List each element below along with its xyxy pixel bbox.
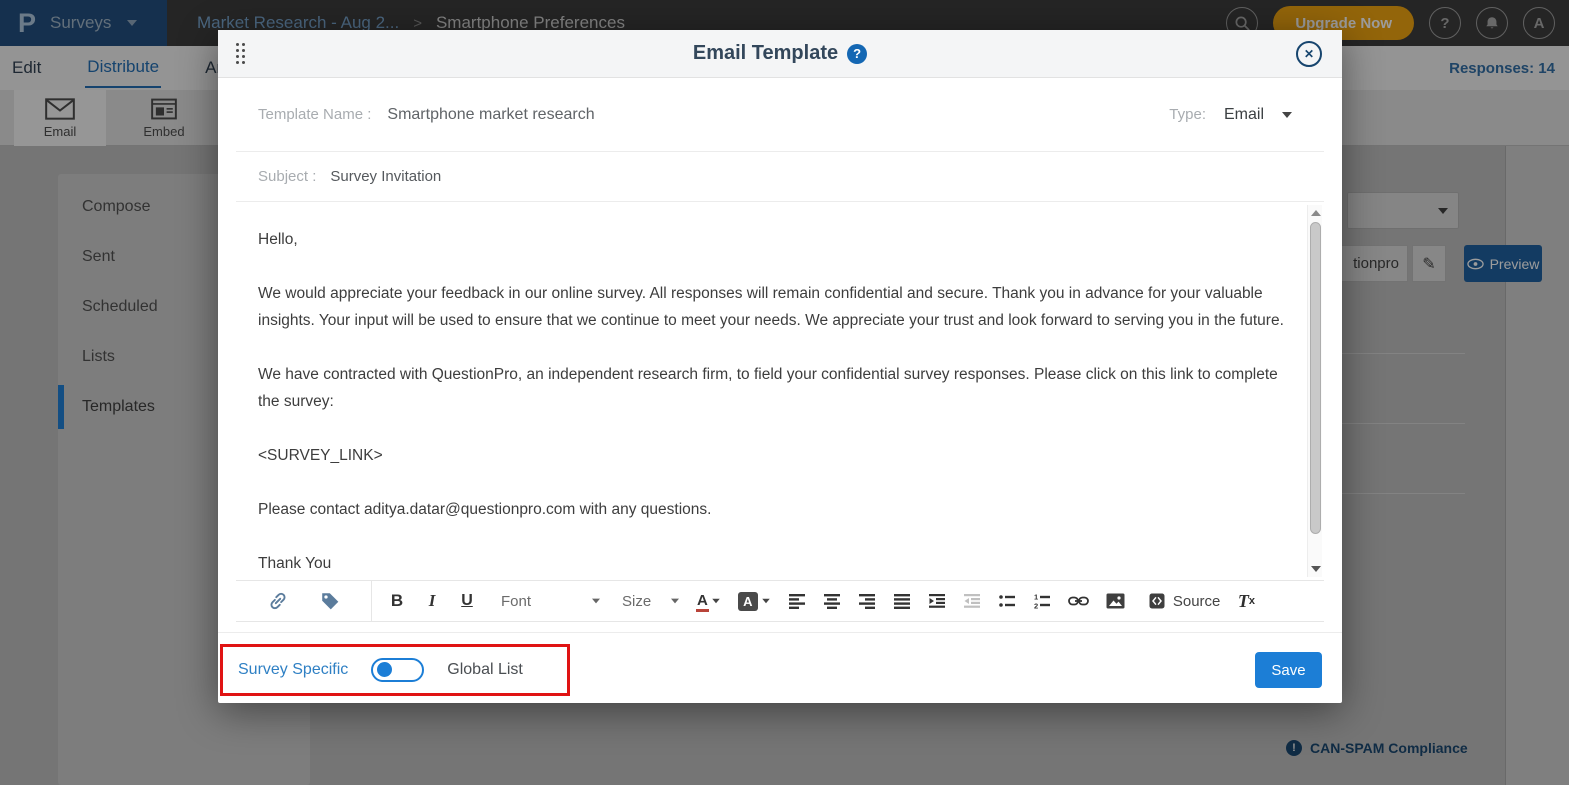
scroll-up-icon[interactable] <box>1311 210 1321 216</box>
app-screen: P Surveys Market Research - Aug 2... > S… <box>0 0 1569 785</box>
bulleted-list-button[interactable] <box>998 592 1016 610</box>
chevron-down-icon <box>1282 112 1292 118</box>
font-select-label: Font <box>501 593 531 610</box>
type-dropdown[interactable]: Type: Email <box>1169 106 1292 124</box>
size-select[interactable]: Size <box>622 593 680 610</box>
remove-format-button[interactable]: Tx <box>1237 591 1255 612</box>
source-button[interactable]: Source <box>1148 592 1221 610</box>
list-scope-highlight: Survey Specific Global List <box>220 644 570 696</box>
numbered-list-icon: 12 <box>1033 592 1051 610</box>
list-scope-toggle[interactable] <box>371 658 424 682</box>
body-paragraph: We have contracted with QuestionPro, an … <box>258 361 1284 415</box>
align-center-button[interactable] <box>823 592 841 610</box>
modal-title: Email Template <box>693 42 838 65</box>
body-paragraph: We would appreciate your feedback in our… <box>258 280 1284 334</box>
source-label: Source <box>1173 593 1221 610</box>
justify-button[interactable] <box>893 592 911 610</box>
align-center-icon <box>823 592 841 610</box>
drag-handle-icon[interactable] <box>236 43 245 64</box>
image-icon <box>1106 593 1125 609</box>
close-icon[interactable]: ✕ <box>1296 41 1322 67</box>
hyperlink-button[interactable] <box>1068 594 1089 608</box>
chain-link-icon <box>1068 594 1089 608</box>
type-value: Email <box>1224 106 1264 124</box>
text-color-button[interactable]: A <box>697 592 721 611</box>
increase-indent-button[interactable] <box>928 592 946 610</box>
outdent-icon <box>963 592 981 610</box>
merge-tag-button[interactable] <box>320 591 340 611</box>
text-color-icon: A <box>697 592 708 611</box>
help-icon[interactable]: ? <box>847 44 867 64</box>
chevron-down-icon <box>671 599 679 604</box>
scrollbar-thumb[interactable] <box>1310 222 1321 534</box>
link-icon <box>268 591 288 611</box>
body-paragraph: Please contact aditya.datar@questionpro.… <box>258 496 1284 523</box>
toolbar-main-group: B I U Font Size A A <box>372 591 1255 612</box>
modal-header: Email Template ? ✕ <box>218 30 1342 78</box>
decrease-indent-button[interactable] <box>963 592 981 610</box>
body-paragraph: Thank You <box>258 550 1284 577</box>
tag-icon <box>320 591 340 611</box>
footer-divider <box>218 632 1342 633</box>
editor-toolbar: B I U Font Size A A <box>236 580 1324 622</box>
bold-button[interactable]: B <box>388 591 406 611</box>
remove-format-sub: x <box>1249 595 1255 607</box>
insert-image-button[interactable] <box>1106 593 1125 609</box>
save-button[interactable]: Save <box>1255 652 1322 688</box>
toolbar-left-group <box>236 581 372 621</box>
svg-text:1: 1 <box>1034 593 1038 602</box>
chevron-down-icon <box>712 599 720 604</box>
subject-input[interactable]: Survey Invitation <box>330 168 441 185</box>
italic-button[interactable]: I <box>423 591 441 611</box>
insert-link-button[interactable] <box>268 591 288 611</box>
subject-row: Subject : Survey Invitation <box>236 152 1324 202</box>
survey-specific-label: Survey Specific <box>238 661 348 679</box>
bulleted-list-icon <box>998 592 1016 610</box>
align-right-icon <box>858 592 876 610</box>
justify-icon <box>893 592 911 610</box>
editor-scrollbar[interactable] <box>1307 205 1322 577</box>
subject-label: Subject : <box>258 168 316 185</box>
remove-format-letter: T <box>1238 591 1249 612</box>
email-template-modal: Email Template ? ✕ Template Name : Smart… <box>218 30 1342 703</box>
svg-text:2: 2 <box>1034 602 1038 611</box>
background-color-icon: A <box>738 592 758 611</box>
body-paragraph: Hello, <box>258 226 1284 253</box>
scroll-down-icon[interactable] <box>1311 566 1321 572</box>
chevron-down-icon <box>762 599 770 604</box>
align-right-button[interactable] <box>858 592 876 610</box>
chevron-down-icon <box>592 599 600 604</box>
align-left-button[interactable] <box>788 592 806 610</box>
template-name-input[interactable]: Smartphone market research <box>387 106 594 124</box>
global-list-label: Global List <box>447 661 523 679</box>
size-select-label: Size <box>622 593 651 610</box>
background-color-button[interactable]: A <box>738 592 771 611</box>
underline-button[interactable]: U <box>458 592 476 610</box>
toggle-knob <box>377 662 392 677</box>
numbered-list-button[interactable]: 12 <box>1033 592 1051 610</box>
email-body-editor[interactable]: Hello, We would appreciate your feedback… <box>236 202 1324 580</box>
type-label: Type: <box>1169 106 1206 123</box>
source-icon <box>1148 592 1166 610</box>
body-paragraph: <SURVEY_LINK> <box>258 442 1284 469</box>
template-name-row: Template Name : Smartphone market resear… <box>236 78 1324 152</box>
align-left-icon <box>788 592 806 610</box>
indent-icon <box>928 592 946 610</box>
template-name-label: Template Name : <box>258 106 371 123</box>
font-select[interactable]: Font <box>501 593 601 610</box>
